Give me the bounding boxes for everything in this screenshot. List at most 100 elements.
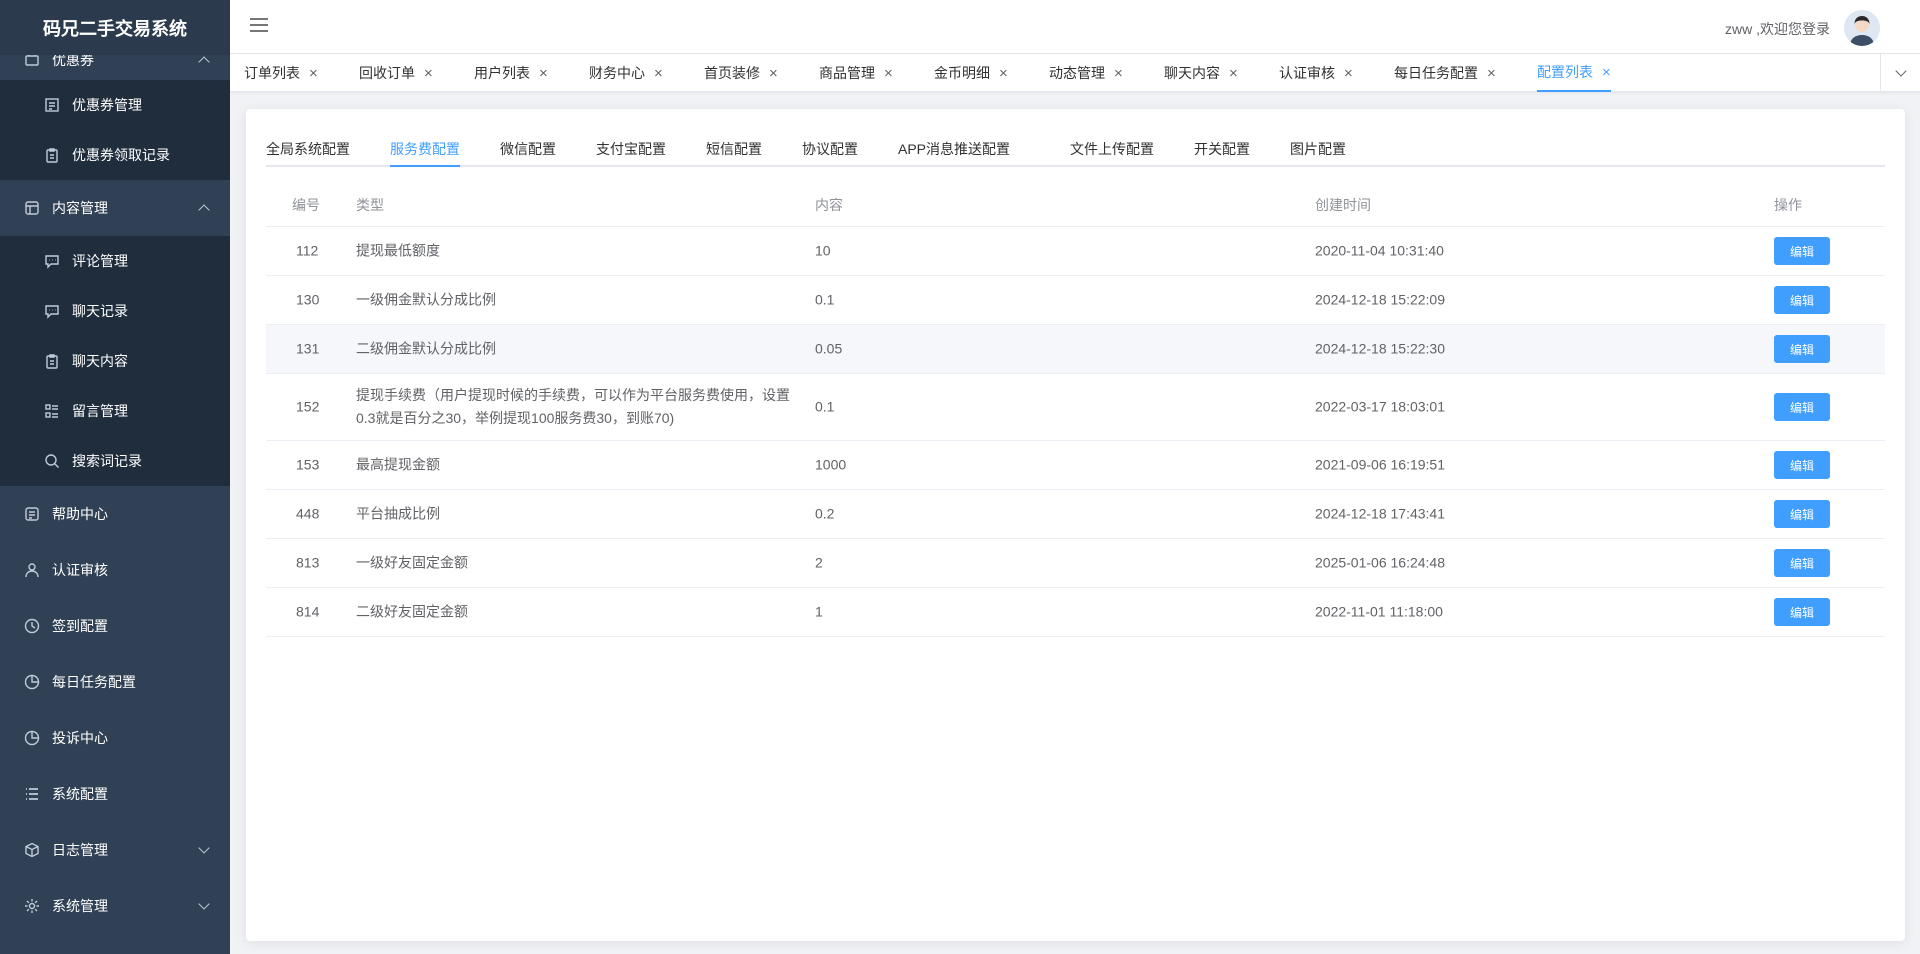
sidebar-menu: 优惠券 优惠券管理 优惠券领取记录 内容管理 评论管理 聊天记录 聊天内容 留言…: [0, 40, 230, 934]
config-table: 编号 类型 内容 创建时间 操作 112 提现最低额度 10 2020-11-0…: [266, 181, 1885, 637]
help-icon: [24, 506, 40, 522]
clipboard-icon: [44, 353, 60, 369]
edit-button[interactable]: 编辑: [1774, 286, 1830, 314]
close-icon[interactable]: ×: [1602, 64, 1611, 81]
close-icon[interactable]: ×: [424, 65, 433, 82]
avatar[interactable]: [1844, 10, 1880, 46]
table-header: 编号 类型 内容 创建时间 操作: [266, 181, 1885, 227]
cell-type: 提现手续费（用户提现时候的手续费，可以作为平台服务费使用，设置0.3就是百分之3…: [356, 387, 790, 426]
sidebar-item-label: 系统配置: [52, 786, 108, 802]
sidebar-item-logs[interactable]: 日志管理: [0, 822, 230, 878]
tab-wechat-config[interactable]: 微信配置: [500, 139, 556, 167]
tag-label: 财务中心: [589, 65, 645, 81]
tag-goods[interactable]: 商品管理 ×: [819, 54, 893, 92]
tab-service-fee-config[interactable]: 服务费配置: [390, 139, 460, 167]
close-icon[interactable]: ×: [769, 65, 778, 82]
tag-daily-task[interactable]: 每日任务配置 ×: [1394, 54, 1496, 92]
cell-content: 0.1: [815, 398, 835, 415]
sidebar-item-comments[interactable]: 评论管理: [0, 236, 230, 286]
cell-type: 平台抽成比例: [356, 505, 440, 522]
sidebar-item-verify[interactable]: 认证审核: [0, 542, 230, 598]
sidebar-item-label: 搜索词记录: [72, 453, 142, 469]
config-tabs: 全局系统配置 服务费配置 微信配置 支付宝配置 短信配置 协议配置 APP消息推…: [266, 109, 1885, 167]
gear-icon: [24, 898, 40, 914]
sidebar-item-daily-task[interactable]: 每日任务配置: [0, 654, 230, 710]
edit-button[interactable]: 编辑: [1774, 393, 1830, 421]
tag-recycle-order[interactable]: 回收订单 ×: [359, 54, 433, 92]
close-icon[interactable]: ×: [309, 65, 318, 82]
table-row: 813 一级好友固定金额 2 2025-01-06 16:24:48 编辑: [266, 539, 1885, 588]
edit-button[interactable]: 编辑: [1774, 451, 1830, 479]
edit-button[interactable]: 编辑: [1774, 549, 1830, 577]
sidebar-item-label: 帮助中心: [52, 506, 108, 522]
tab-alipay-config[interactable]: 支付宝配置: [596, 139, 666, 167]
tab-agreement-config[interactable]: 协议配置: [802, 139, 858, 167]
sidebar-item-label: 日志管理: [52, 842, 108, 858]
close-icon[interactable]: ×: [884, 65, 893, 82]
tag-home-decor[interactable]: 首页装修 ×: [704, 54, 778, 92]
sidebar-item-complaints[interactable]: 投诉中心: [0, 710, 230, 766]
edit-button[interactable]: 编辑: [1774, 500, 1830, 528]
tag-label: 配置列表: [1537, 64, 1593, 80]
tag-label: 聊天内容: [1164, 65, 1220, 81]
tab-sms-config[interactable]: 短信配置: [706, 139, 762, 167]
cell-content: 0.05: [815, 340, 843, 357]
sidebar-item-search-records[interactable]: 搜索词记录: [0, 436, 230, 486]
tag-user-list[interactable]: 用户列表 ×: [474, 54, 548, 92]
cell-id: 814: [296, 603, 320, 620]
sidebar-item-messages[interactable]: 留言管理: [0, 386, 230, 436]
submenu-content: 评论管理 聊天记录 聊天内容 留言管理 搜索词记录: [0, 236, 230, 486]
config-card: 全局系统配置 服务费配置 微信配置 支付宝配置 短信配置 协议配置 APP消息推…: [246, 109, 1905, 941]
chat-icon: [44, 253, 60, 269]
cell-id: 448: [296, 505, 320, 522]
sidebar-item-help[interactable]: 帮助中心: [0, 486, 230, 542]
close-icon[interactable]: ×: [1229, 65, 1238, 82]
user-icon: [24, 562, 40, 578]
pie-icon: [24, 730, 40, 746]
close-icon[interactable]: ×: [1487, 65, 1496, 82]
edit-button[interactable]: 编辑: [1774, 237, 1830, 265]
tag-chat-content[interactable]: 聊天内容 ×: [1164, 54, 1238, 92]
sidebar-item-chat-content[interactable]: 聊天内容: [0, 336, 230, 386]
tag-order-list[interactable]: 订单列表 ×: [244, 54, 318, 92]
tag-label: 金币明细: [934, 65, 990, 81]
tag-dynamics[interactable]: 动态管理 ×: [1049, 54, 1123, 92]
sidebar-item-content[interactable]: 内容管理: [0, 180, 230, 236]
sidebar-item-label: 认证审核: [52, 562, 108, 578]
sidebar-item-coupon-records[interactable]: 优惠券领取记录: [0, 130, 230, 180]
close-icon[interactable]: ×: [1114, 65, 1123, 82]
sidebar-item-label: 留言管理: [72, 403, 128, 419]
cell-type: 最高提现金额: [356, 456, 440, 473]
edit-button[interactable]: 编辑: [1774, 598, 1830, 626]
tab-image-config[interactable]: 图片配置: [1290, 139, 1346, 167]
tags-view: 订单列表 × 回收订单 × 用户列表 × 财务中心 × 首页装修 × 商品管理 × 金币明细…: [230, 54, 1920, 92]
tag-coins[interactable]: 金币明细 ×: [934, 54, 1008, 92]
sidebar-item-system-manage[interactable]: 系统管理: [0, 878, 230, 934]
app-logo-title: 码兄二手交易系统: [0, 0, 230, 55]
list-lines-icon: [24, 786, 40, 802]
cell-type: 二级好友固定金额: [356, 603, 468, 620]
tag-finance[interactable]: 财务中心 ×: [589, 54, 663, 92]
tab-upload-config[interactable]: 文件上传配置: [1070, 139, 1154, 167]
column-header-id: 编号: [292, 197, 320, 213]
tag-config-list[interactable]: 配置列表 ×: [1537, 54, 1611, 92]
cell-type: 提现最低额度: [356, 242, 440, 259]
close-icon[interactable]: ×: [999, 65, 1008, 82]
tab-push-config[interactable]: APP消息推送配置: [898, 139, 1010, 167]
tab-switch-config[interactable]: 开关配置: [1194, 139, 1250, 167]
edit-button[interactable]: 编辑: [1774, 335, 1830, 363]
close-icon[interactable]: ×: [539, 65, 548, 82]
cell-type: 二级佣金默认分成比例: [356, 340, 496, 357]
tab-global-config[interactable]: 全局系统配置: [266, 139, 350, 167]
cell-created: 2024-12-18 15:22:30: [1315, 340, 1445, 357]
sidebar-item-coupon-manage[interactable]: 优惠券管理: [0, 80, 230, 130]
sidebar-item-system-config[interactable]: 系统配置: [0, 766, 230, 822]
close-icon[interactable]: ×: [1344, 65, 1353, 82]
tag-verify[interactable]: 认证审核 ×: [1279, 54, 1353, 92]
sidebar-item-chat-records[interactable]: 聊天记录: [0, 286, 230, 336]
grid-icon: [24, 200, 40, 216]
tags-dropdown-button[interactable]: [1880, 54, 1920, 92]
close-icon[interactable]: ×: [654, 65, 663, 82]
sidebar-item-signin[interactable]: 签到配置: [0, 598, 230, 654]
hamburger-icon[interactable]: [250, 18, 268, 36]
